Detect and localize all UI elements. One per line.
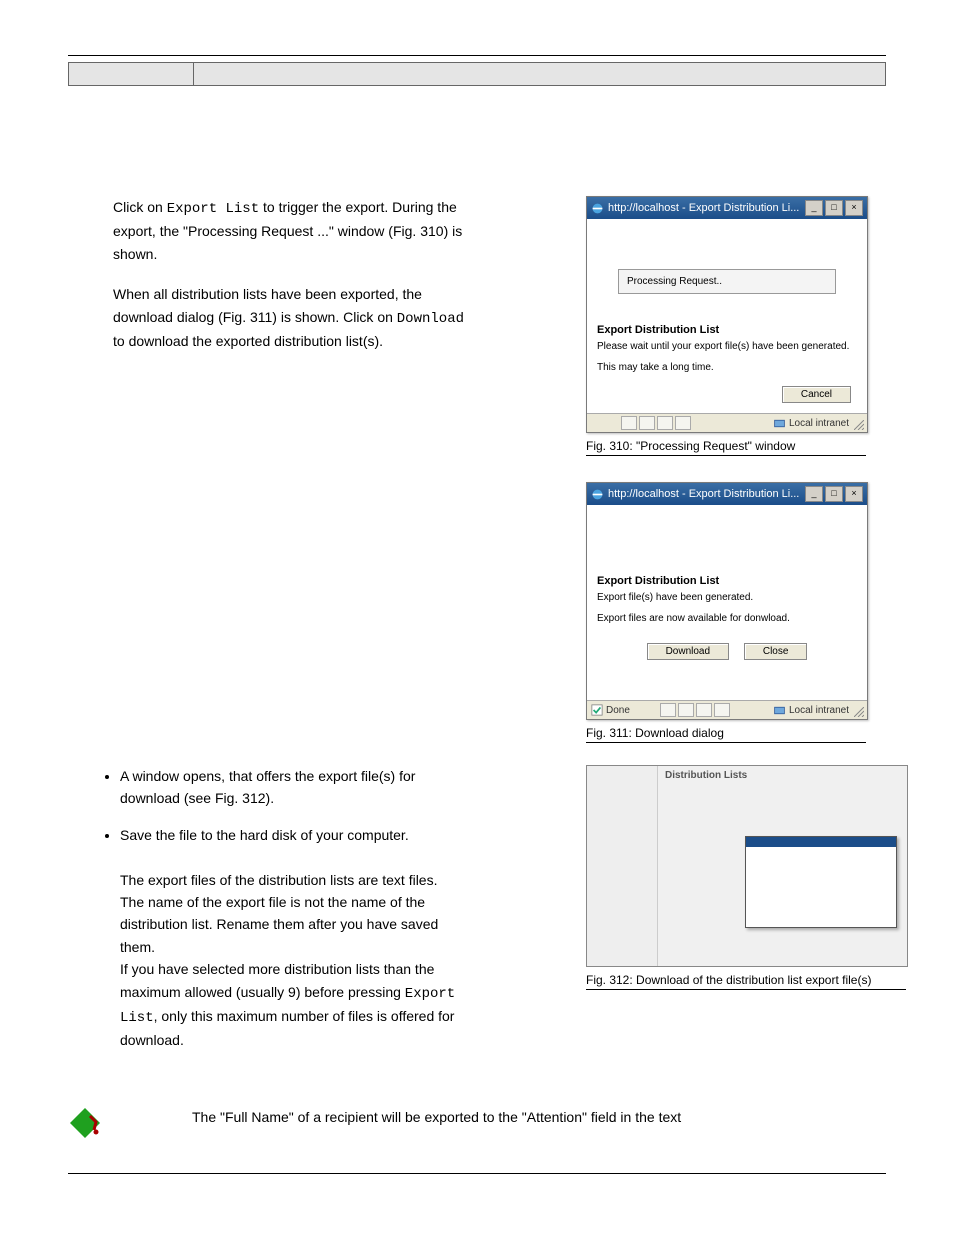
download-code: Download <box>397 311 464 327</box>
text: , only this maximum number of files is o… <box>120 1008 454 1048</box>
status-done: Done <box>606 705 630 716</box>
export-list-code: Export List <box>167 201 259 217</box>
resize-grip-icon <box>854 420 864 430</box>
close-button[interactable]: × <box>845 486 863 502</box>
fig-ref: Fig. 310 <box>393 223 444 239</box>
processing-dialog: http://localhost - Export Distribution L… <box>586 196 868 433</box>
zone-icon <box>773 417 786 430</box>
ie-icon <box>591 488 604 501</box>
text: to download the exported distribution li… <box>113 333 383 349</box>
download-screenshot: Distribution Lists <box>586 765 908 967</box>
dialog-text-2: This may take a long time. <box>597 361 857 374</box>
zone-icon <box>773 704 786 717</box>
resize-grip-icon <box>854 707 864 717</box>
text: If you have selected more distribution l… <box>120 961 434 999</box>
dialog-title: http://localhost - Export Distribution L… <box>608 202 803 214</box>
zone-label: Local intranet <box>789 418 849 429</box>
close-dialog-button[interactable]: Close <box>744 643 808 660</box>
note-block: The "Full Name" of a recipient will be e… <box>68 1106 886 1143</box>
maximize-button[interactable]: □ <box>825 200 843 216</box>
list-item: A window opens, that offers the export f… <box>120 765 458 810</box>
note-icon <box>68 1106 102 1140</box>
figure-caption-311: Fig. 311: Download dialog <box>586 726 866 743</box>
note-text: The "Full Name" of a recipient will be e… <box>192 1106 886 1130</box>
ie-icon <box>591 202 604 215</box>
text: The export files of the distribution lis… <box>120 872 438 955</box>
done-icon <box>591 704 603 716</box>
dialog-text-1: Please wait until your export file(s) ha… <box>597 340 857 353</box>
figure-caption-310: Fig. 310: "Processing Request" window <box>586 439 866 456</box>
intro-para-1: Click on Export List to trigger the expo… <box>113 196 473 265</box>
dialog-title: http://localhost - Export Distribution L… <box>608 488 803 500</box>
zone-label: Local intranet <box>789 705 849 716</box>
figure-caption-312: Fig. 312: Download of the distribution l… <box>586 973 906 990</box>
list-item: Save the file to the hard disk of your c… <box>120 824 458 1052</box>
processing-well: Processing Request.. <box>618 269 836 294</box>
dialog-heading: Export Distribution List <box>597 575 867 587</box>
close-button[interactable]: × <box>845 200 863 216</box>
text: ) is shown. Click on <box>272 309 396 325</box>
cancel-button[interactable]: Cancel <box>782 386 851 403</box>
minimize-button[interactable]: _ <box>805 200 823 216</box>
dialog-text-1: Export file(s) have been generated. <box>597 591 857 604</box>
download-button[interactable]: Download <box>647 643 729 660</box>
text: Save the file to the hard disk of your c… <box>120 827 409 843</box>
text: Click on <box>113 199 167 215</box>
minimize-button[interactable]: _ <box>805 486 823 502</box>
screenshot-title: Distribution Lists <box>665 770 747 781</box>
intro-para-2: When all distribution lists have been ex… <box>113 283 473 352</box>
fig-ref: Fig. 311 <box>223 309 273 325</box>
header-bar <box>68 62 886 86</box>
download-dialog: http://localhost - Export Distribution L… <box>586 482 868 720</box>
dialog-heading: Export Distribution List <box>597 324 867 336</box>
dialog-text-2: Export files are now available for donwl… <box>597 612 857 625</box>
maximize-button[interactable]: □ <box>825 486 843 502</box>
